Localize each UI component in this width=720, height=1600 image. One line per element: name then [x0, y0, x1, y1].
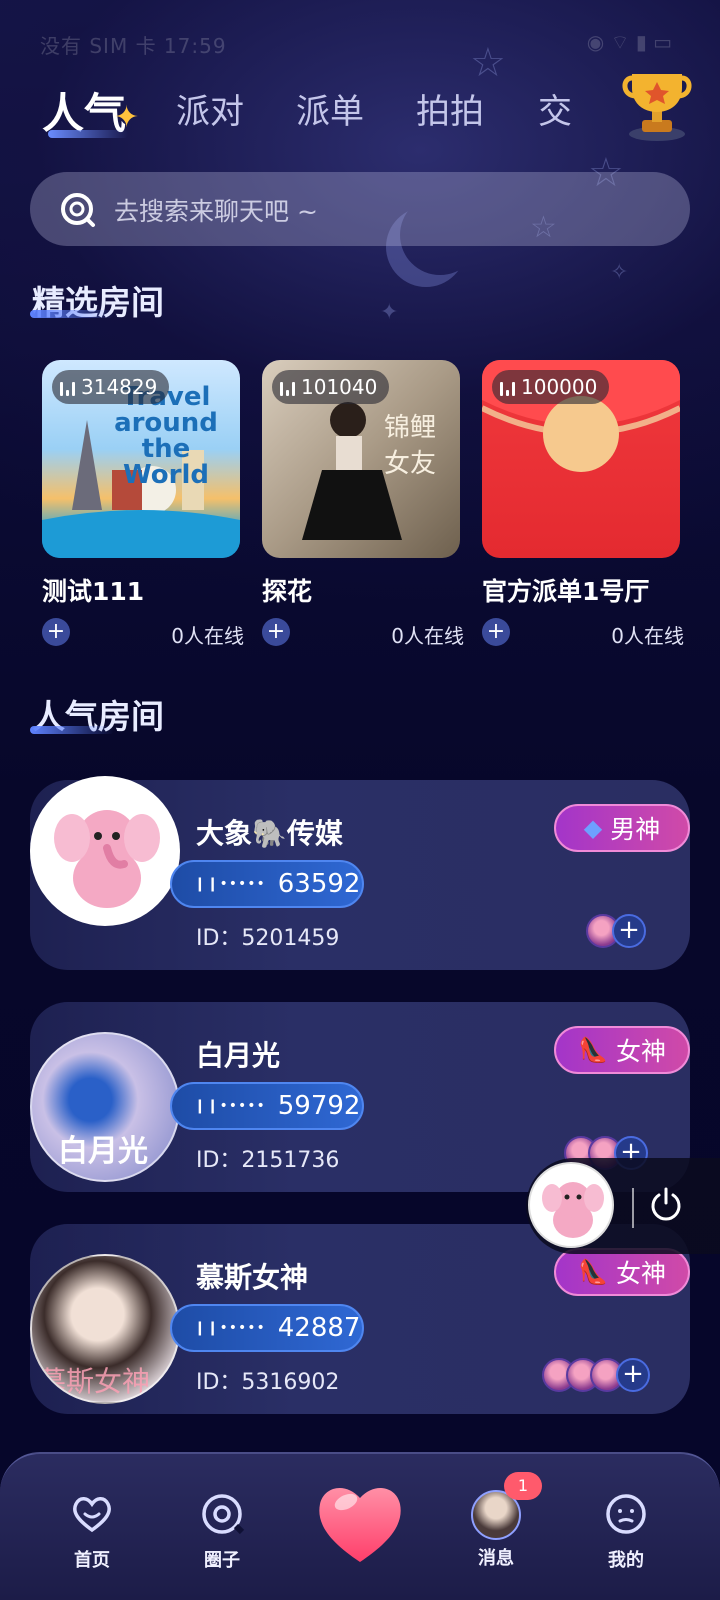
- room-members: +: [542, 1358, 650, 1392]
- tab-order[interactable]: 派单: [296, 84, 364, 133]
- star-icon: ✦: [380, 300, 399, 325]
- high-heel-icon: 👠: [578, 1258, 608, 1286]
- floating-room-player[interactable]: [526, 1158, 720, 1254]
- elephant-avatar-icon: [542, 1182, 604, 1238]
- high-heel-icon: 👠: [578, 1036, 608, 1064]
- room-avatar: [30, 776, 180, 926]
- nav-me[interactable]: 我的: [586, 1490, 666, 1572]
- room-thumbnail: 锦鲤 女友 101040: [262, 360, 460, 558]
- profile-face-icon: [606, 1494, 646, 1534]
- add-room-button[interactable]: +: [262, 618, 290, 646]
- sound-wave-icon: ❙❙•••••: [194, 1320, 266, 1336]
- trophy-icon[interactable]: [622, 66, 692, 142]
- room-heat-count: 101040: [272, 370, 390, 404]
- add-room-button[interactable]: +: [42, 618, 70, 646]
- sound-bars-icon: [60, 378, 75, 396]
- power-icon[interactable]: [648, 1186, 684, 1222]
- sparkle-icon: ✦: [114, 100, 140, 135]
- tab-party[interactable]: 派对: [176, 84, 244, 133]
- online-count: 0人在线: [171, 624, 244, 648]
- room-heat-count: 314829: [52, 370, 170, 404]
- room-category-badge: 👠 女神: [554, 1026, 690, 1074]
- room-name: 测试111: [42, 577, 145, 606]
- room-id: ID：2151736: [196, 1148, 340, 1173]
- search-placeholder: 去搜索来聊天吧 ~: [114, 197, 318, 226]
- room-heat-pill: ❙❙••••• 63592: [170, 860, 364, 908]
- nav-messages[interactable]: 1 消息: [456, 1472, 542, 1570]
- tab-social[interactable]: 交: [538, 84, 572, 133]
- popular-title-underline: [30, 726, 114, 734]
- featured-title-underline: [30, 310, 114, 318]
- thumbnail-caption: 锦鲤 女友: [383, 413, 436, 479]
- tab-photo[interactable]: 拍拍: [416, 84, 484, 133]
- room-name: 探花: [262, 577, 313, 606]
- room-thumbnail: Travel around the World 314829: [42, 360, 240, 558]
- room-name: 白月光: [196, 1039, 281, 1072]
- join-room-button[interactable]: +: [612, 914, 646, 948]
- sound-bars-icon: [500, 378, 515, 396]
- status-bar-right: ◉ ⌔ ▮ ▭: [586, 30, 672, 54]
- tie-icon: ◆: [583, 814, 603, 842]
- room-category-badge: ◆ 男神: [554, 804, 690, 852]
- search-bar[interactable]: 去搜索来聊天吧 ~: [30, 172, 690, 246]
- status-bar-left: 没有 SIM 卡 17:59: [40, 34, 227, 58]
- divider: [632, 1188, 634, 1228]
- room-name: 慕斯女神: [196, 1261, 309, 1294]
- room-heat-pill: ❙❙••••• 42887: [170, 1304, 364, 1352]
- nav-home[interactable]: 首页: [52, 1490, 132, 1572]
- sound-bars-icon: [280, 378, 295, 396]
- elephant-avatar-icon: [54, 810, 160, 908]
- center-heart-button[interactable]: [312, 1476, 408, 1568]
- room-category-badge: 👠 女神: [554, 1248, 690, 1296]
- room-id: ID：5316902: [196, 1370, 340, 1395]
- avatar-caption: 白月光: [58, 1134, 148, 1169]
- sound-wave-icon: ❙❙•••••: [194, 876, 266, 892]
- sound-wave-icon: ❙❙•••••: [194, 1098, 266, 1114]
- unread-badge: 1: [504, 1472, 542, 1500]
- star-icon: ✧: [610, 260, 629, 285]
- join-room-button[interactable]: +: [616, 1358, 650, 1392]
- floating-room-avatar[interactable]: [528, 1162, 614, 1248]
- room-heat-count: 100000: [492, 370, 610, 404]
- search-icon: [61, 193, 95, 227]
- add-room-button[interactable]: +: [482, 618, 510, 646]
- avatar-caption: 慕斯女神: [38, 1365, 151, 1398]
- room-name: 大象🐘传媒: [196, 817, 343, 850]
- featured-room-card[interactable]: 100000 官方派单1号厅 + 0人在线: [482, 360, 684, 648]
- nav-circle[interactable]: 圈子: [182, 1490, 262, 1572]
- room-thumbnail: 100000: [482, 360, 680, 558]
- room-avatar: 白月光: [30, 1032, 180, 1182]
- room-id: ID：5201459: [196, 926, 340, 951]
- featured-room-card[interactable]: 锦鲤 女友 101040 探花 + 0人在线: [262, 360, 464, 648]
- online-count: 0人在线: [611, 624, 684, 648]
- room-avatar: 慕斯女神: [30, 1254, 180, 1404]
- room-name: 官方派单1号厅: [482, 577, 650, 606]
- room-members: +: [586, 914, 646, 948]
- top-tabs: 人气 派对 派单 拍拍 交: [0, 80, 720, 150]
- popular-room-card[interactable]: 大象🐘传媒 ❙❙••••• 63592 ID：5201459 ◆ 男神 +: [30, 776, 690, 970]
- room-heat-pill: ❙❙••••• 59792: [170, 1082, 364, 1130]
- online-count: 0人在线: [391, 624, 464, 648]
- circle-icon: [202, 1494, 245, 1535]
- featured-room-card[interactable]: Travel around the World 314829 测试111 + 0…: [42, 360, 244, 648]
- home-heart-icon: [73, 1497, 111, 1533]
